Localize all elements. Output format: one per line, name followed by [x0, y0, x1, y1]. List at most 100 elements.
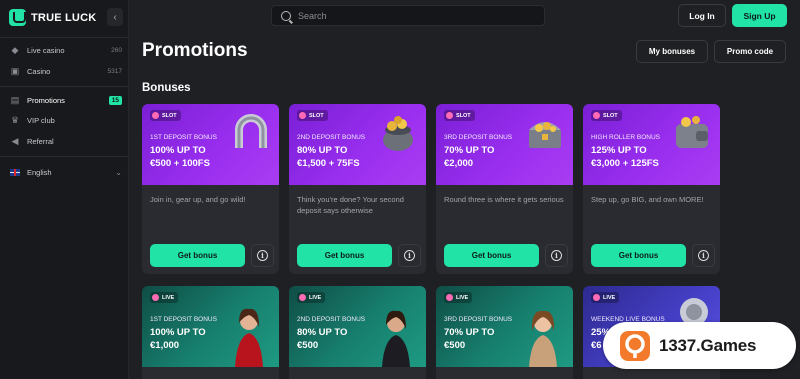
sidebar-divider [0, 37, 128, 38]
sidebar-item-count: 5317 [107, 67, 122, 75]
bonus-card: LIVE 2ND DEPOSIT BONUS 80% UP TO €500 [289, 286, 426, 379]
uk-flag-icon [10, 167, 20, 177]
get-bonus-button[interactable]: Get bonus [444, 244, 539, 267]
search-input[interactable] [298, 10, 518, 21]
sidebar-divider [0, 86, 128, 87]
category-tag: SLOT [591, 110, 622, 121]
category-tag: SLOT [150, 110, 181, 121]
bonus-headline: 70% UP TO €2,000 [444, 145, 495, 169]
bonus-headline: 100% UP TO €1,000 [150, 327, 206, 351]
search-icon [281, 10, 291, 21]
logo-icon [9, 9, 26, 26]
sidebar-item-label: VIP club [27, 115, 55, 125]
logo[interactable]: TRUE LUCK [9, 9, 96, 26]
bonus-headline: 80% UP TO €1,500 + 75FS [297, 145, 360, 169]
language-label: English [27, 167, 52, 177]
slot-icon [152, 112, 159, 119]
search-bar[interactable] [271, 5, 545, 26]
sidebar: TRUE LUCK ‹ ◆ Live casino 260 ▣ Casino 5… [0, 0, 129, 379]
collapse-sidebar-button[interactable]: ‹ [107, 8, 123, 26]
live-icon [593, 294, 600, 301]
sidebar-item-label: Referral [27, 136, 54, 146]
sidebar-item-referral[interactable]: ◀ Referral [10, 134, 122, 148]
get-bonus-button[interactable]: Get bonus [591, 244, 686, 267]
card-banner: LIVE 1ST DEPOSIT BONUS 100% UP TO €1,000 [142, 286, 279, 367]
bonus-description: Step up, go BIG, and own MORE! [591, 195, 704, 204]
info-button[interactable]: i [692, 244, 715, 267]
bonus-card: SLOT 1ST DEPOSIT BONUS 100% UP TO €500 + … [142, 104, 279, 274]
promo-code-button[interactable]: Promo code [714, 40, 786, 63]
bonus-subtitle: 1ST DEPOSIT BONUS [150, 316, 217, 323]
info-icon: i [257, 250, 268, 261]
watermark: 1337.Games [603, 322, 796, 369]
bonus-subtitle: 3RD DEPOSIT BONUS [444, 134, 513, 141]
bonus-card: SLOT 2ND DEPOSIT BONUS 80% UP TO €1,500 +… [289, 104, 426, 274]
megaphone-icon: ◀ [11, 135, 19, 146]
card-banner: SLOT HIGH ROLLER BONUS 125% UP TO €3,000 … [583, 104, 720, 185]
bonus-card: LIVE 3RD DEPOSIT BONUS 70% UP TO €500 [436, 286, 573, 379]
bonus-subtitle: 1ST DEPOSIT BONUS [150, 134, 217, 141]
sidebar-item-label: Promotions [27, 95, 65, 105]
get-bonus-button[interactable]: Get bonus [297, 244, 392, 267]
my-bonuses-button[interactable]: My bonuses [636, 40, 708, 63]
login-button[interactable]: Log In [678, 4, 726, 27]
language-selector[interactable]: English ⌄ [10, 165, 122, 179]
watermark-text: 1337.Games [659, 335, 757, 355]
chevron-down-icon: ⌄ [115, 167, 122, 177]
info-icon: i [404, 250, 415, 261]
card-banner: SLOT 2ND DEPOSIT BONUS 80% UP TO €1,500 +… [289, 104, 426, 185]
bonus-card: LIVE 1ST DEPOSIT BONUS 100% UP TO €1,000 [142, 286, 279, 379]
diamond-icon: ◆ [11, 44, 19, 55]
card-banner: SLOT 3RD DEPOSIT BONUS 70% UP TO €2,000 [436, 104, 573, 185]
info-button[interactable]: i [251, 244, 274, 267]
info-button[interactable]: i [398, 244, 421, 267]
category-tag: LIVE [297, 292, 326, 303]
card-banner: SLOT 1ST DEPOSIT BONUS 100% UP TO €500 + … [142, 104, 279, 185]
live-icon [446, 294, 453, 301]
section-title: Bonuses [142, 82, 191, 94]
bonus-subtitle: 2ND DEPOSIT BONUS [297, 316, 366, 323]
gift-icon: ▤ [10, 94, 20, 105]
sidebar-item-vip-club[interactable]: ♛ VIP club [10, 113, 122, 127]
bonus-headline: 70% UP TO €500 [444, 327, 495, 351]
chevron-left-icon: ‹ [113, 11, 117, 23]
bonus-card: SLOT 3RD DEPOSIT BONUS 70% UP TO €2,000 R… [436, 104, 573, 274]
bonus-description: Round three is where it gets serious [444, 195, 564, 204]
sidebar-item-live-casino[interactable]: ◆ Live casino 260 [10, 43, 122, 57]
sidebar-divider [0, 156, 128, 157]
bonus-subtitle: 2ND DEPOSIT BONUS [297, 134, 366, 141]
bonus-subtitle: 3RD DEPOSIT BONUS [444, 316, 513, 323]
sidebar-item-count: 260 [111, 46, 122, 54]
signup-button[interactable]: Sign Up [732, 4, 787, 27]
bonus-description: Think you're done? Your second deposit s… [297, 195, 404, 215]
casino-icon: ▣ [10, 65, 20, 76]
live-icon [299, 294, 306, 301]
bonus-headline: 100% UP TO €500 + 100FS [150, 145, 210, 169]
card-banner: LIVE 3RD DEPOSIT BONUS 70% UP TO €500 [436, 286, 573, 367]
get-bonus-button[interactable]: Get bonus [150, 244, 245, 267]
info-icon: i [698, 250, 709, 261]
bonus-headline: 80% UP TO €500 [297, 327, 348, 351]
category-tag: SLOT [444, 110, 475, 121]
bonus-description: Join in, gear up, and go wild! [150, 195, 246, 204]
category-tag: LIVE [444, 292, 473, 303]
bonus-card: SLOT HIGH ROLLER BONUS 125% UP TO €3,000 … [583, 104, 720, 274]
logo-text: TRUE LUCK [31, 11, 97, 24]
watermark-logo-icon [620, 330, 650, 361]
sidebar-item-label: Live casino [27, 45, 65, 55]
sidebar-item-casino[interactable]: ▣ Casino 5317 [10, 64, 122, 78]
slot-icon [593, 112, 600, 119]
promotions-count-badge: 15 [108, 95, 122, 105]
slot-icon [299, 112, 306, 119]
bonus-headline: 125% UP TO €3,000 + 125FS [591, 145, 659, 169]
category-tag: LIVE [150, 292, 179, 303]
card-banner: LIVE 2ND DEPOSIT BONUS 80% UP TO €500 [289, 286, 426, 367]
live-icon [152, 294, 159, 301]
crown-icon: ♛ [10, 114, 20, 125]
category-tag: SLOT [297, 110, 328, 121]
info-button[interactable]: i [545, 244, 568, 267]
info-icon: i [551, 250, 562, 261]
bonus-subtitle: HIGH ROLLER BONUS [591, 134, 660, 141]
slot-icon [446, 112, 453, 119]
sidebar-item-promotions[interactable]: ▤ Promotions 15 [10, 93, 122, 107]
